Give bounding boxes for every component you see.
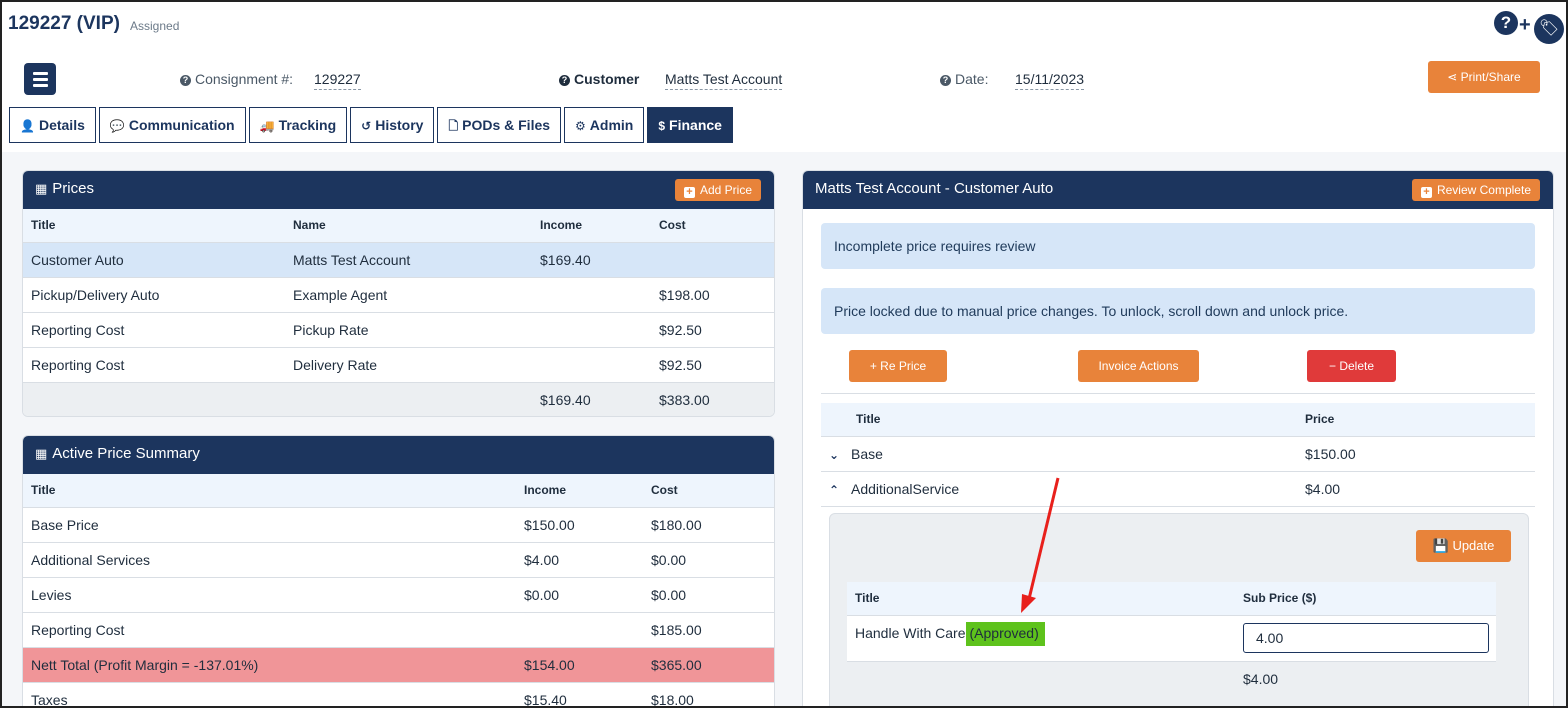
price-detail-panel: Matts Test Account - Customer Auto + Revi…	[802, 170, 1554, 706]
date-value[interactable]: 15/11/2023	[1015, 71, 1085, 90]
table-row: Reporting Cost $185.00	[23, 611, 774, 647]
truck-icon: 🚚	[259, 119, 275, 133]
consignment-value[interactable]: 129227	[314, 71, 361, 90]
file-icon: 🗋	[448, 119, 459, 133]
sub-price-row: Handle With Care (Approved)	[847, 614, 1496, 661]
table-row[interactable]: Reporting Cost Pickup Rate $92.50	[23, 311, 774, 347]
menu-button[interactable]	[24, 63, 56, 95]
tab-details[interactable]: 👤 Details	[9, 107, 96, 143]
column-header[interactable]: Cost	[651, 209, 774, 242]
review-complete-button[interactable]: + Review Complete	[1411, 179, 1540, 201]
table-row: Taxes $15.40 $18.00	[23, 681, 774, 706]
plus-square-icon: +	[1420, 187, 1432, 198]
tab-tracking[interactable]: 🚚 Tracking	[248, 107, 348, 143]
minus-icon: −	[1328, 359, 1340, 373]
table-icon: ▦	[35, 446, 48, 461]
tab-admin[interactable]: ⚙ Admin	[564, 107, 645, 143]
sub-price-input[interactable]	[1243, 623, 1489, 653]
price-locked-alert: Price locked due to manual price changes…	[821, 288, 1535, 334]
delete-button[interactable]: − Delete	[1307, 350, 1396, 382]
invoice-actions-button[interactable]: Invoice Actions	[1078, 350, 1199, 382]
incomplete-price-alert: Incomplete price requires review	[821, 223, 1535, 269]
total-cost: $383.00	[651, 381, 774, 416]
customer-value[interactable]: Matts Test Account	[665, 71, 783, 90]
share-icon: ⋖	[1447, 70, 1461, 84]
price-item-row[interactable]: ⌃ AdditionalService $4.00	[821, 470, 1535, 507]
job-status: Assigned	[130, 19, 180, 33]
column-header[interactable]: Title	[847, 582, 1235, 615]
user-icon: 👤	[20, 119, 35, 133]
chevron-up-icon[interactable]: ⌃	[829, 483, 839, 497]
nett-total-row: Nett Total (Profit Margin = -137.01%) $1…	[23, 646, 774, 682]
question-circle-icon: ?	[180, 75, 191, 86]
prices-table: Title Name Income Cost Customer Auto Mat…	[23, 209, 774, 416]
column-header[interactable]: Price	[1297, 403, 1535, 436]
sub-price-panel: 💾 Update Title Sub Price ($) Handle With…	[829, 513, 1529, 706]
table-icon: ▦	[35, 181, 48, 196]
gear-icon: ⚙	[575, 119, 586, 133]
column-header[interactable]: Sub Price ($)	[1235, 582, 1496, 615]
detail-title: Matts Test Account - Customer Auto	[815, 180, 1054, 197]
prices-panel: ▦ Prices + Add Price Title Name Income Cos…	[22, 170, 775, 417]
re-price-button[interactable]: + Re Price	[849, 350, 947, 382]
consignment-label: ? Consignment #:	[180, 71, 293, 87]
history-icon: ↺	[361, 119, 372, 133]
column-header[interactable]: Title	[23, 209, 285, 242]
column-header[interactable]: Cost	[643, 474, 774, 507]
question-circle-icon: ?	[940, 75, 951, 86]
table-row: Base Price $150.00 $180.00	[23, 506, 774, 542]
table-row: Additional Services $4.00 $0.00	[23, 541, 774, 577]
sub-total: $4.00	[1235, 660, 1496, 696]
date-label: ? Date:	[940, 71, 988, 87]
total-income: $169.40	[532, 381, 651, 416]
tab-history[interactable]: ↺ History	[350, 107, 435, 143]
table-row[interactable]: Customer Auto Matts Test Account $169.40	[23, 241, 774, 277]
question-circle-icon[interactable]: ?	[1494, 11, 1518, 35]
print-share-button[interactable]: ⋖ Print/Share	[1428, 61, 1540, 93]
summary-header: ▦ Active Price Summary	[23, 436, 774, 474]
top-bar: 129227 (VIP) Assigned ? + 🏷 ? Consignment…	[2, 2, 1566, 152]
plus-square-icon: +	[683, 187, 695, 198]
add-price-button[interactable]: + Add Price	[674, 179, 761, 201]
hamburger-icon	[32, 71, 48, 75]
tab-pods-files[interactable]: 🗋 PODs & Files	[437, 107, 562, 143]
detail-header: Matts Test Account - Customer Auto + Revi…	[803, 171, 1553, 209]
tab-bar: 👤 Details 💬 Communication 🚚 Tracking ↺ Histo…	[9, 107, 736, 143]
comment-icon: 💬	[109, 119, 125, 133]
table-row: Levies $0.00 $0.00	[23, 576, 774, 612]
column-header[interactable]: Income	[532, 209, 651, 242]
sub-item-title: Handle With Care	[855, 624, 966, 641]
summary-table: Title Income Cost Base Price $150.00 $18…	[23, 474, 774, 706]
save-icon: 💾	[1432, 538, 1453, 553]
prices-header: ▦ Prices + Add Price	[23, 171, 774, 209]
tag-icon[interactable]: 🏷	[1534, 14, 1564, 44]
job-title: 129227 (VIP)	[8, 13, 120, 34]
tab-communication[interactable]: 💬 Communication	[98, 107, 246, 143]
table-row[interactable]: Pickup/Delivery Auto Example Agent $198.…	[23, 276, 774, 312]
total-row: $169.40 $383.00	[23, 381, 774, 416]
column-header[interactable]: Income	[516, 474, 643, 507]
plus-icon: +	[869, 359, 881, 373]
active-price-summary-panel: ▦ Active Price Summary Title Income Cost …	[22, 435, 775, 706]
sub-price-table: Title Sub Price ($) Handle With Care (App…	[847, 582, 1496, 696]
column-header[interactable]: Title	[23, 474, 516, 507]
price-item-row[interactable]: ⌄ Base $150.00	[821, 435, 1535, 471]
update-button[interactable]: 💾 Update	[1416, 530, 1511, 562]
dollar-icon: $	[658, 119, 666, 133]
price-items-table: Title Price ⌄ Base $150.00 ⌃ AdditionalSer…	[821, 403, 1535, 507]
chevron-down-icon[interactable]: ⌄	[829, 448, 839, 462]
window: 129227 (VIP) Assigned ? + 🏷 ? Consignment…	[0, 0, 1568, 708]
question-circle-icon: ?	[559, 75, 570, 86]
sub-total-row: $4.00	[847, 660, 1496, 696]
column-header[interactable]: Name	[285, 209, 532, 242]
table-row[interactable]: Reporting Cost Delivery Rate $92.50	[23, 346, 774, 382]
customer-label: ? Customer	[559, 71, 639, 87]
tab-finance[interactable]: $ Finance	[647, 107, 733, 143]
column-header[interactable]: Title	[821, 403, 1297, 436]
approved-badge: (Approved)	[965, 621, 1045, 646]
plus-icon[interactable]: +	[1519, 14, 1531, 37]
